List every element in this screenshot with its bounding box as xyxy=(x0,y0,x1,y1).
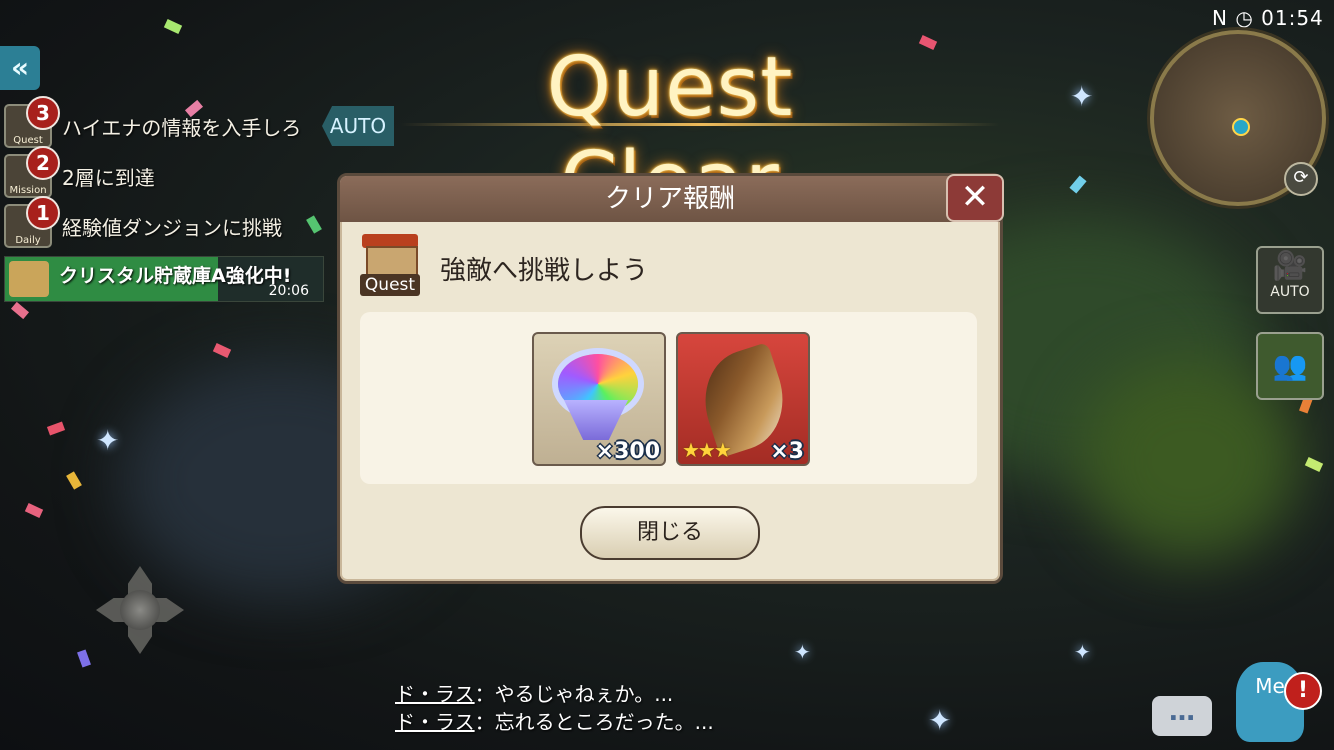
quest-board-icon: Quest xyxy=(358,234,424,298)
virtual-joystick[interactable] xyxy=(96,566,184,654)
reward-quantity: ×300 xyxy=(595,439,660,464)
mission-tracker-row[interactable]: Mission 2 2層に到達 xyxy=(4,146,155,198)
party-icon: 👥 xyxy=(1272,349,1308,382)
chat-line: ド・ラス：やるじゃねぇか。... xyxy=(395,680,714,708)
sparkle: ✦ xyxy=(928,704,952,737)
confetti xyxy=(1069,175,1087,194)
player-marker-icon xyxy=(1232,118,1250,136)
camera-icon: 🎥 xyxy=(1272,249,1308,282)
daily-tracker-row[interactable]: Daily 1 経験値ダンジョンに挑戦 xyxy=(4,196,282,248)
reward-item-tail[interactable]: ★★★ ×3 xyxy=(676,332,810,466)
confetti xyxy=(77,649,91,668)
crystal-shard-icon xyxy=(564,400,628,440)
rarity-stars: ★★★ xyxy=(682,438,732,462)
quest-name: 強敵へ挑戦しよう xyxy=(440,256,649,286)
back-button[interactable]: « xyxy=(0,46,40,90)
reward-quantity: ×3 xyxy=(770,439,804,464)
quest-text: ハイエナの情報を入手しろ xyxy=(62,115,302,140)
clear-reward-dialog: クリア報酬 ✕ Quest 強敵へ挑戦しよう ×300 ★★★ ×3 閉じる xyxy=(337,173,1004,584)
confetti xyxy=(66,471,82,490)
close-button[interactable]: 閉じる xyxy=(580,506,760,560)
chat-message: ：忘れるところだった。... xyxy=(474,710,714,734)
sparkle: ✦ xyxy=(794,640,811,664)
chat-message: ：やるじゃねぇか。... xyxy=(474,682,674,706)
chat-speaker[interactable]: ド・ラス xyxy=(395,710,475,734)
confetti xyxy=(46,421,66,436)
mission-text: 2層に到達 xyxy=(62,165,155,190)
confetti xyxy=(212,343,232,358)
quest-tracker-row[interactable]: Quest 3 ハイエナの情報を入手しろ xyxy=(4,96,302,148)
minimap[interactable]: ⟳ xyxy=(1150,30,1326,206)
confetti xyxy=(24,503,44,518)
storehouse-icon xyxy=(9,261,49,297)
joystick-knob[interactable] xyxy=(120,590,160,630)
compass-north: N xyxy=(1212,6,1228,30)
sparkle: ✦ xyxy=(96,424,120,457)
reward-panel: ×300 ★★★ ×3 xyxy=(360,312,977,484)
sparkle: ✦ xyxy=(1070,80,1094,113)
reward-item-crystal[interactable]: ×300 xyxy=(532,332,666,466)
confetti xyxy=(163,19,183,34)
confetti xyxy=(918,35,938,50)
daily-text: 経験値ダンジョンに挑戦 xyxy=(62,215,282,240)
clock: N ◷ 01:54 xyxy=(1212,6,1324,30)
rotate-map-button[interactable]: ⟳ xyxy=(1284,162,1318,196)
crystal-upgrade-bar[interactable]: クリスタル貯蔵庫A強化中! 20:06 xyxy=(4,256,324,302)
crystal-upgrade-timer: 20:06 xyxy=(268,283,309,299)
party-button[interactable]: 👥 xyxy=(1256,332,1324,400)
sparkle: ✦ xyxy=(1074,640,1091,664)
count-badge: 3 xyxy=(26,96,60,130)
count-badge: 2 xyxy=(26,146,60,180)
chat-speaker[interactable]: ド・ラス xyxy=(395,682,475,706)
double-chevron-left-icon: « xyxy=(10,51,30,84)
chat-line: ド・ラス：忘れるところだった。... xyxy=(395,708,714,736)
chat-log: ド・ラス：やるじゃねぇか。... ド・ラス：忘れるところだった。... xyxy=(395,680,714,736)
confetti xyxy=(10,301,30,320)
auto-quest-button[interactable]: AUTO xyxy=(322,106,394,146)
confetti xyxy=(306,215,322,234)
auto-camera-button[interactable]: 🎥 AUTO xyxy=(1256,246,1324,314)
confetti xyxy=(1304,457,1324,472)
dialog-title: クリア報酬 xyxy=(340,176,1000,222)
count-badge: 1 xyxy=(26,196,60,230)
chat-button[interactable]: … xyxy=(1152,696,1212,736)
alert-badge: ! xyxy=(1284,672,1322,710)
crystal-upgrade-text: クリスタル貯蔵庫A強化中! xyxy=(59,265,292,287)
close-icon-button[interactable]: ✕ xyxy=(946,174,1004,222)
